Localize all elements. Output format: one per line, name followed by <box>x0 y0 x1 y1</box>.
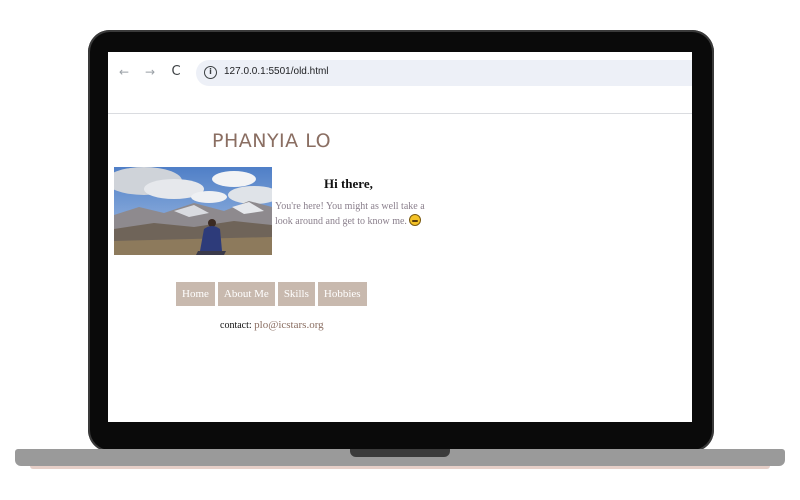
contact-email-link[interactable]: plo@icstars.org <box>254 319 324 331</box>
greeting-heading: Hi there, <box>324 176 373 191</box>
contact-line: contact: plo@icstars.org <box>220 319 324 331</box>
profile-photo <box>114 167 272 255</box>
forward-icon[interactable]: → <box>142 64 158 80</box>
address-bar[interactable]: i 127.0.0.1:5501/old.html <box>196 60 692 86</box>
grimace-emoji-icon <box>408 214 421 226</box>
reload-icon[interactable]: C <box>168 64 184 80</box>
intro-text: You're here! You might as well take a lo… <box>275 201 425 227</box>
nav-hobbies[interactable]: Hobbies <box>317 282 367 306</box>
nav-about-me[interactable]: About Me <box>217 282 275 306</box>
browser-toolbar: ← → C i 127.0.0.1:5501/old.html <box>108 52 692 92</box>
back-icon[interactable]: ← <box>116 64 132 80</box>
bookmarks-bar <box>108 92 692 114</box>
nav-home[interactable]: Home <box>176 282 215 306</box>
nav-skills[interactable]: Skills <box>277 282 315 306</box>
contact-label: contact: <box>220 320 252 331</box>
page-title: PHANYIA LO <box>212 130 332 152</box>
intro-text-block: You're here! You might as well take a lo… <box>275 200 435 229</box>
main-nav: Home About Me Skills Hobbies <box>176 282 367 306</box>
browser-window: ← → C i 127.0.0.1:5501/old.html PHANYIA … <box>108 52 692 422</box>
url-text[interactable]: 127.0.0.1:5501/old.html <box>224 66 329 77</box>
site-info-icon[interactable]: i <box>204 66 217 79</box>
laptop-notch <box>350 449 450 457</box>
laptop-base-shadow <box>30 466 770 469</box>
